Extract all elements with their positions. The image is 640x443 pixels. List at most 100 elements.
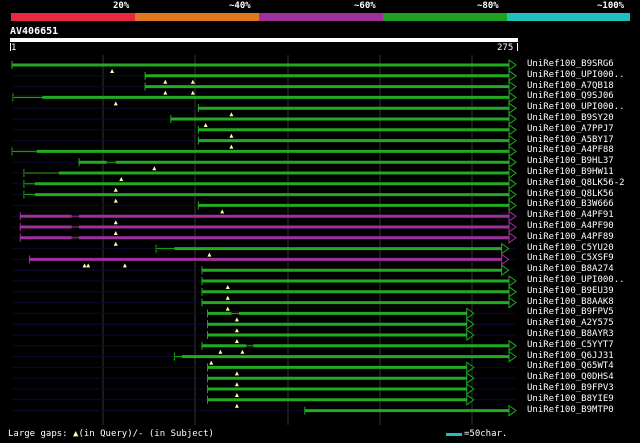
hit-label-link[interactable]: UniRef100_Q6JJ31	[527, 351, 614, 361]
hit-label-link[interactable]: UniRef100_B9FPV3	[527, 383, 614, 393]
hit-label-link[interactable]: UniRef100_A7PPJ7	[527, 124, 614, 134]
alignment-row[interactable]	[12, 275, 517, 289]
hit-label-link[interactable]: UniRef100_B9HW11	[527, 167, 614, 177]
alignment-row[interactable]	[12, 242, 516, 257]
alignment-row[interactable]	[12, 372, 516, 387]
hit-label-link[interactable]: UniRef100_UPI000..	[527, 102, 625, 112]
arrowhead-icon	[508, 134, 517, 147]
alignment-row[interactable]	[12, 156, 517, 171]
alignment-row[interactable]	[12, 221, 517, 235]
footer-scale-legend: =50char.	[446, 429, 507, 440]
alignment-row[interactable]	[12, 69, 517, 84]
alignment-row[interactable]	[12, 231, 517, 246]
alignment-row[interactable]	[12, 134, 517, 149]
arrowhead-icon	[508, 113, 517, 125]
query-gap-triangle-icon	[113, 198, 118, 203]
query-gap-triangle-icon	[225, 295, 230, 300]
hit-label-link[interactable]: UniRef100_B9EU39	[527, 286, 614, 296]
alignment-row[interactable]	[12, 307, 516, 322]
alignment-row[interactable]	[12, 91, 517, 106]
query-gap-triangle-icon	[82, 263, 87, 268]
query-gap-triangle-icon	[234, 382, 239, 387]
query-gap-triangle-icon	[152, 166, 157, 171]
hit-label-link[interactable]: UniRef100_B8YIE9	[527, 394, 614, 404]
query-gap-triangle-icon	[220, 209, 225, 214]
hit-label-link[interactable]: UniRef100_UPI000..	[527, 70, 625, 80]
alignment-row[interactable]	[12, 329, 516, 343]
hit-label-link[interactable]: UniRef100_B8AAK8	[527, 297, 614, 307]
alignment-row[interactable]	[11, 59, 517, 73]
arrowhead-icon	[501, 242, 510, 255]
query-gap-triangle-icon	[234, 317, 239, 322]
hit-label-link[interactable]: UniRef100_B8A274	[527, 264, 614, 274]
hit-label-link[interactable]: UniRef100_B9MTP0	[527, 405, 614, 415]
hit-label-link[interactable]: UniRef100_A4PF88	[527, 145, 614, 155]
query-gap-triangle-icon	[190, 79, 195, 84]
query-gap-triangle-icon	[122, 263, 127, 268]
alignment-row[interactable]	[12, 383, 516, 397]
alignment-row[interactable]	[12, 102, 517, 117]
hit-label-link[interactable]: UniRef100_B9HL37	[527, 156, 614, 166]
hit-label-link[interactable]: UniRef100_Q0DHS4	[527, 372, 614, 382]
arrowhead-icon	[466, 307, 475, 320]
alignment-row[interactable]	[12, 188, 517, 203]
query-gap-triangle-icon	[229, 133, 234, 138]
query-gap-triangle-icon	[209, 360, 214, 365]
query-gap-triangle-icon	[234, 339, 239, 343]
hit-label-link[interactable]: UniRef100_A5BY17	[527, 135, 614, 145]
alignment-row[interactable]	[12, 404, 517, 417]
hit-label-link[interactable]: UniRef100_C5XSF9	[527, 253, 614, 263]
query-gap-triangle-icon	[240, 349, 245, 354]
alignment-row[interactable]	[12, 113, 517, 127]
query-gap-triangle-icon	[119, 177, 124, 181]
hit-label-link[interactable]: UniRef100_A2Y575	[527, 318, 614, 328]
hit-label-link[interactable]: UniRef100_B9SRG6	[527, 59, 614, 69]
alignment-row[interactable]	[12, 361, 516, 376]
alignment-row[interactable]	[12, 199, 517, 214]
alignment-row[interactable]	[12, 318, 516, 333]
alignment-row[interactable]	[11, 145, 517, 158]
hit-label-link[interactable]: UniRef100_Q8LK56-2	[527, 178, 625, 188]
hit-label-link[interactable]: UniRef100_B3W666	[527, 199, 614, 209]
hit-label-link[interactable]: UniRef100_C5YYT7	[527, 340, 614, 350]
hit-label-link[interactable]: UniRef100_B9SY20	[527, 113, 614, 123]
hit-label-link[interactable]: UniRef100_Q8LK56	[527, 189, 614, 199]
arrowhead-icon	[508, 102, 517, 115]
alignment-row[interactable]	[12, 253, 516, 268]
arrowhead-icon	[508, 231, 517, 244]
arrowhead-icon	[508, 339, 517, 352]
hit-label-link[interactable]: UniRef100_UPI000..	[527, 275, 625, 285]
alignment-row[interactable]	[12, 80, 517, 95]
hit-label-link[interactable]: UniRef100_B9FPV5	[527, 307, 614, 317]
hit-label-link[interactable]: UniRef100_A4PF89	[527, 232, 614, 242]
alignment-row[interactable]	[12, 177, 517, 192]
arrowhead-icon	[508, 167, 517, 179]
arrowhead-icon	[508, 221, 517, 233]
arrowhead-icon	[508, 199, 517, 212]
alignment-row[interactable]	[12, 285, 517, 300]
hit-label-link[interactable]: UniRef100_A7QB18	[527, 81, 614, 91]
alignment-row[interactable]	[12, 393, 516, 408]
hit-label-link[interactable]: UniRef100_Q65WT4	[527, 361, 614, 371]
alignment-row[interactable]	[12, 339, 517, 354]
query-gap-triangle-icon	[163, 79, 168, 84]
alignment-row[interactable]	[12, 296, 517, 311]
hit-label-link[interactable]: UniRef100_A4PF91	[527, 210, 614, 220]
alignment-row[interactable]	[12, 123, 517, 138]
hit-label-link[interactable]: UniRef100_C5YU20	[527, 243, 614, 253]
query-gap-triangle-icon	[203, 123, 208, 127]
footer-gaps-prefix: Large gaps:	[8, 429, 74, 439]
hit-label-link[interactable]: UniRef100_A4PF90	[527, 221, 614, 231]
arrowhead-icon	[466, 361, 475, 374]
arrowhead-icon	[508, 188, 517, 201]
arrowhead-icon	[508, 80, 517, 93]
arrowhead-icon	[508, 404, 517, 417]
hit-label-link[interactable]: UniRef100_B8AYR3	[527, 329, 614, 339]
query-gap-triangle-icon	[229, 112, 234, 117]
alignment-row[interactable]	[12, 210, 517, 225]
query-gap-triangle-icon	[207, 252, 212, 257]
alignment-row[interactable]	[12, 350, 517, 365]
arrowhead-icon	[501, 253, 510, 266]
alignment-row[interactable]	[12, 167, 517, 181]
hit-label-link[interactable]: UniRef100_Q9SJ06	[527, 91, 614, 101]
